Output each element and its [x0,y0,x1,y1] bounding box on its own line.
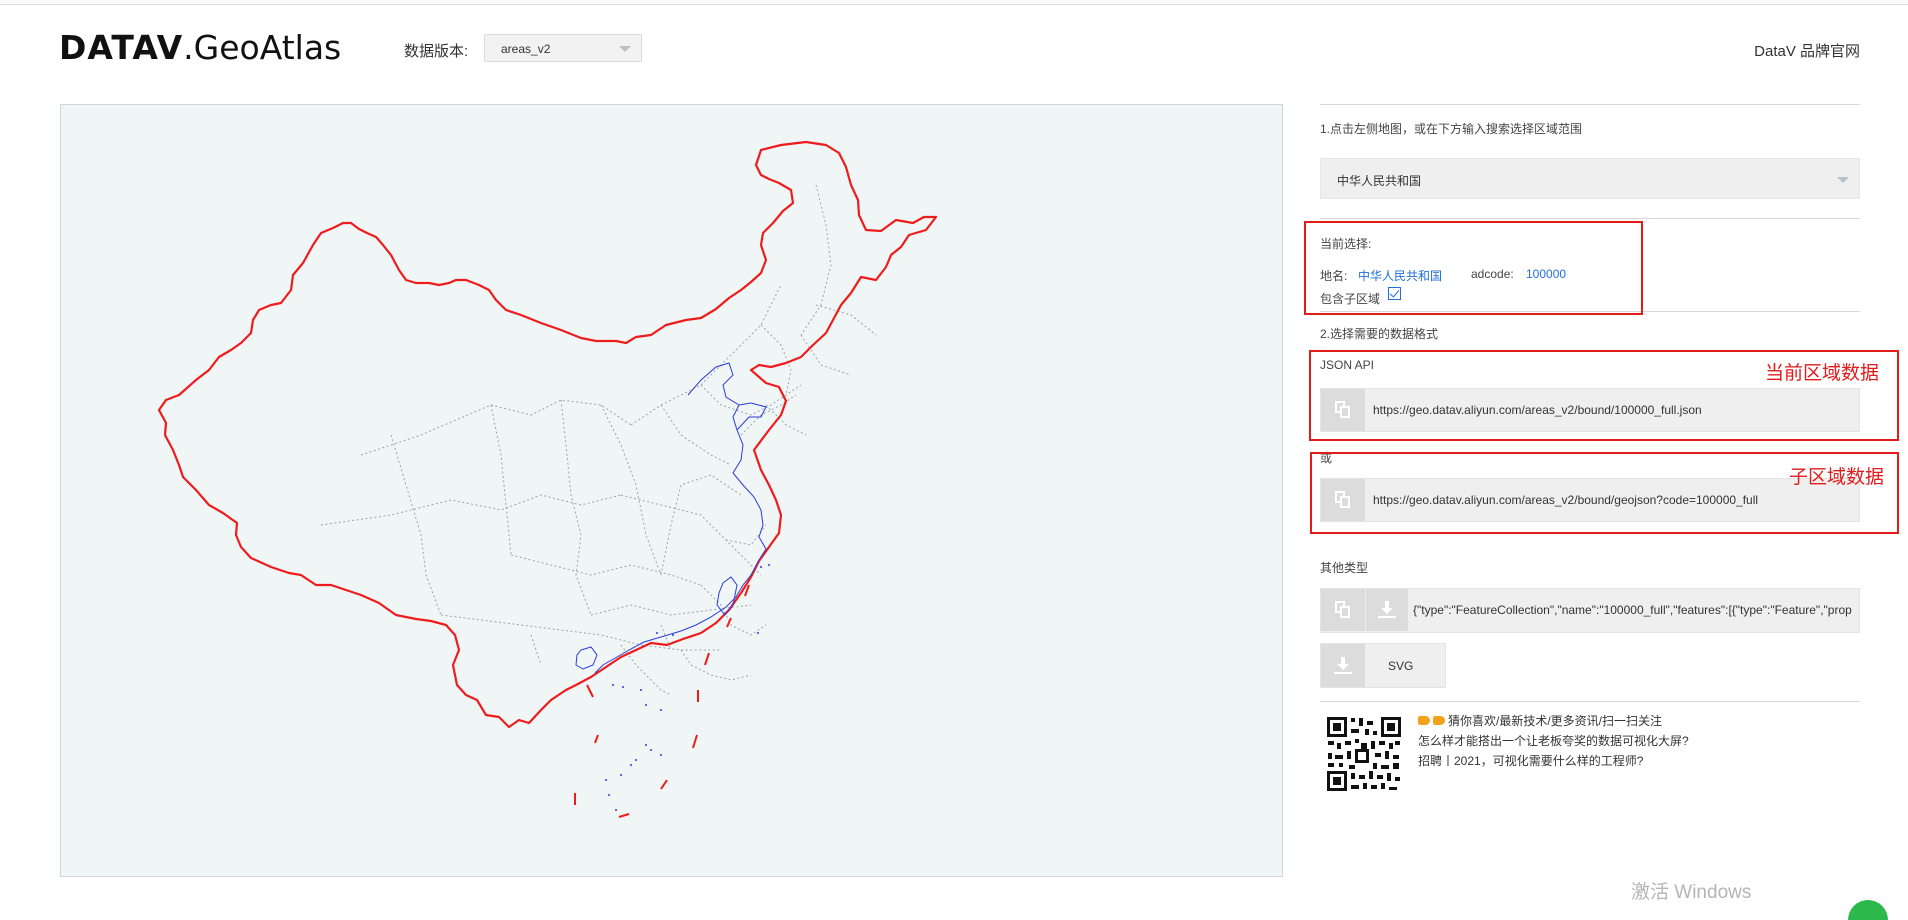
download-button[interactable] [1365,589,1408,631]
brand-site-link[interactable]: DataV 品牌官网 [1754,40,1860,61]
qr-code [1325,715,1403,793]
download-icon [1334,656,1352,675]
panel-divider [1320,104,1860,105]
version-label: 数据版本: [404,43,469,60]
news-line-1-text: 猜你喜欢/最新技术/更多资讯/扫一扫关注 [1448,714,1663,728]
download-icon [1378,601,1396,619]
annotation-sub-area-data: 子区域数据 [1789,467,1885,488]
version-select-value: areas_v2 [501,42,551,56]
raw-json-preview[interactable]: {"type":"FeatureCollection","name":"1000… [1413,603,1855,617]
nine-dash-line [574,584,750,818]
panel-divider [1320,218,1860,219]
news-line-2[interactable]: 怎么样才能搭出一个让老板夸奖的数据可视化大屏? [1418,732,1689,749]
coastline [594,362,767,674]
datav-geoatlas-logo[interactable]: DATAV .GeoAtlas [59,28,341,68]
province-borders [320,184,877,696]
pointing-hand-icon [1433,716,1445,726]
copy-button[interactable] [1321,589,1365,631]
taiwan-island [716,576,738,616]
step1-hint: 1.点击左侧地图，或在下方输入搜索选择区域范围 [1320,122,1583,136]
svg-download-button[interactable]: SVG [1320,643,1446,688]
south-sea-islands [605,564,770,811]
hainan-island [575,646,598,670]
news-line-1[interactable]: 猜你喜欢/最新技术/更多资讯/扫一扫关注 [1418,712,1662,729]
raw-json-field[interactable]: {"type":"FeatureCollection","name":"1000… [1320,588,1860,633]
shandong-peninsula [736,402,767,431]
download-icon-box [1321,644,1365,687]
china-map [157,140,938,818]
browser-top-edge [0,0,1908,5]
chevron-down-icon [1837,177,1849,183]
copy-icon [1335,601,1351,619]
step2-hint: 2.选择需要的数据格式 [1320,327,1439,341]
news-line-3[interactable]: 招聘丨2021，可视化需要什么样的工程师? [1418,752,1643,769]
logo-thin-text: .GeoAtlas [183,28,342,67]
panel-divider [1320,701,1860,702]
logo-bold-text: DATAV [59,28,184,67]
national-boundary [157,140,938,729]
svg-button-label: SVG [1388,659,1414,673]
other-types-label: 其他类型 [1320,561,1369,575]
corner-widget [1848,900,1888,920]
region-search-select[interactable]: 中华人民共和国 [1320,158,1860,199]
annotation-box-current-selection [1304,221,1643,315]
map-canvas[interactable] [60,104,1283,877]
pointing-hand-icon [1418,716,1430,726]
region-select-value: 中华人民共和国 [1337,174,1422,188]
chevron-down-icon [619,46,631,52]
version-select[interactable]: areas_v2 [484,34,642,62]
windows-activation-watermark: 激活 Windows [1631,882,1752,903]
annotation-current-area-data: 当前区域数据 [1765,363,1880,384]
